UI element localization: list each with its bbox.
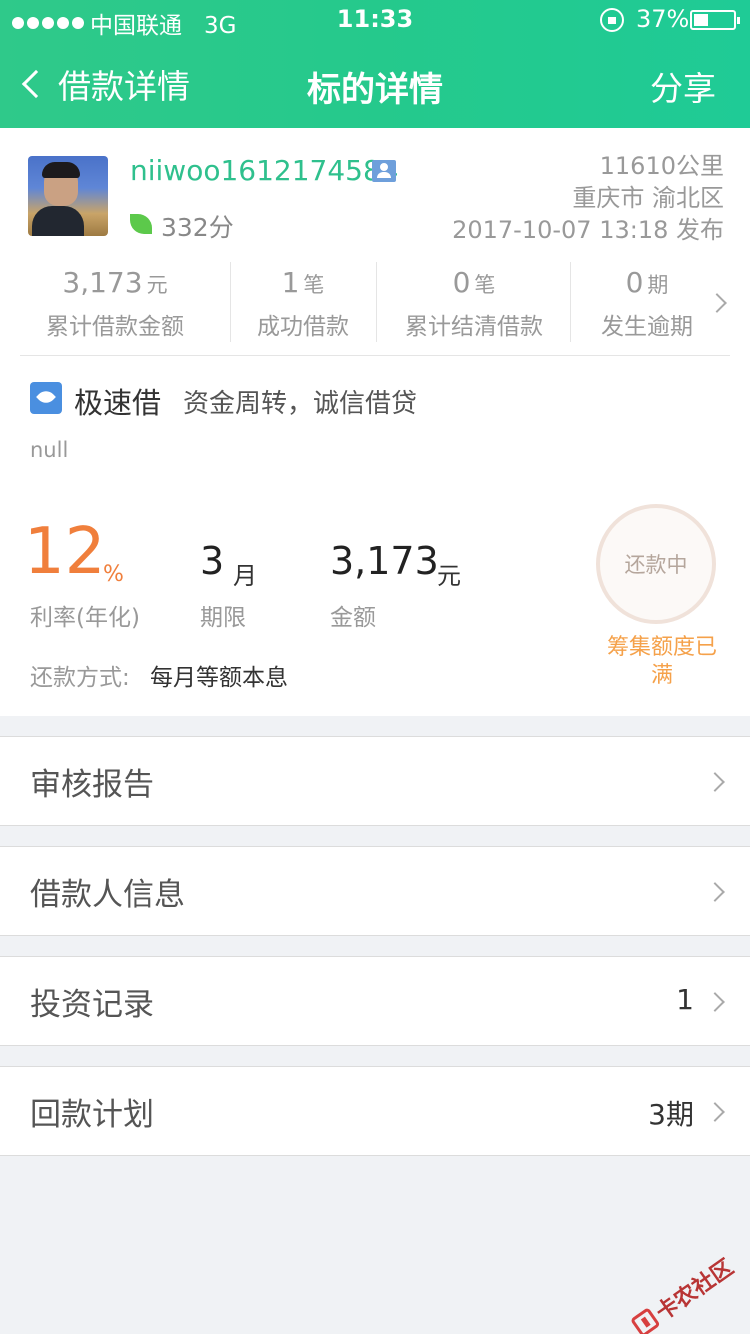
stat-success-count: 1笔 成功借款	[257, 266, 349, 340]
interest-rate-value: 12	[24, 515, 106, 589]
stat-overdue-count: 0期 发生逾期	[601, 266, 693, 340]
publish-time: 2017-10-07 13:18 发布	[452, 216, 724, 244]
rotation-lock-icon	[600, 8, 624, 32]
leaf-icon	[130, 214, 152, 234]
location-label: 重庆市 渝北区	[572, 184, 724, 212]
stat-settled-count: 0笔 累计结清借款	[405, 266, 543, 340]
product-name: 极速借	[74, 386, 162, 420]
borrower-username[interactable]: niiwoo1612174584	[130, 154, 399, 187]
watermark-logo: 卡农社区	[627, 1250, 739, 1334]
term-value: 3	[200, 539, 225, 583]
verified-user-icon	[372, 160, 396, 182]
product-note: null	[30, 438, 69, 462]
status-bar: 中国联通 3G 11:33 37%	[0, 0, 750, 40]
avatar[interactable]	[28, 156, 108, 236]
amount-value: 3,173	[330, 539, 439, 583]
row-label: 审核报告	[30, 767, 154, 803]
distance-label: 11610公里	[599, 152, 724, 180]
interest-rate-label: 利率(年化)	[30, 605, 140, 631]
row-borrower-info[interactable]: 借款人信息	[0, 846, 750, 936]
watermark-text: 卡农社区	[651, 1255, 739, 1327]
chevron-right-icon	[705, 772, 725, 792]
repay-method-label: 还款方式:	[30, 665, 130, 691]
row-label: 回款计划	[30, 1097, 154, 1133]
back-label: 借款详情	[58, 67, 190, 106]
interest-rate-unit: %	[103, 562, 124, 587]
credit-score: 332分	[161, 213, 234, 242]
row-value: 1	[676, 983, 694, 1016]
row-label: 借款人信息	[30, 877, 185, 913]
repay-method-value: 每月等额本息	[150, 665, 288, 691]
share-button[interactable]: 分享	[650, 62, 716, 110]
row-label: 投资记录	[30, 987, 154, 1023]
battery-percent: 37%	[636, 5, 690, 33]
chevron-right-icon	[705, 882, 725, 902]
funding-status: 筹集额度已满	[606, 635, 717, 688]
row-audit-report[interactable]: 审核报告	[0, 736, 750, 826]
row-value: 3期	[648, 1098, 694, 1131]
amount-label: 金额	[330, 605, 376, 631]
term-unit: 月	[233, 562, 257, 590]
back-button[interactable]: 借款详情	[18, 62, 190, 106]
row-repayment-plan[interactable]: 回款计划 3期	[0, 1066, 750, 1156]
amount-unit: 元	[437, 562, 461, 590]
product-description: 资金周转，诚信借贷	[183, 389, 418, 419]
stat-total-amount: 3,173 元 累计借款金额	[46, 266, 184, 340]
loan-detail-card: niiwoo1612174584 332分 11610公里 重庆市 渝北区 20…	[0, 128, 750, 716]
borrow-stats[interactable]: 3,173 元 累计借款金额 1笔 成功借款 0笔 累计结清借款 0期 发生逾期	[20, 258, 730, 356]
battery-icon	[690, 10, 740, 30]
term-label: 期限	[200, 605, 246, 631]
rocket-icon	[30, 382, 62, 414]
chevron-right-icon	[705, 1102, 725, 1122]
header-bar: 中国联通 3G 11:33 37% 借款详情 标的详情 分享	[0, 0, 750, 128]
chevron-left-icon	[21, 69, 51, 99]
chevron-right-icon	[705, 992, 725, 1012]
loan-status-badge: 还款中	[596, 504, 716, 624]
row-investment-records[interactable]: 投资记录 1	[0, 956, 750, 1046]
